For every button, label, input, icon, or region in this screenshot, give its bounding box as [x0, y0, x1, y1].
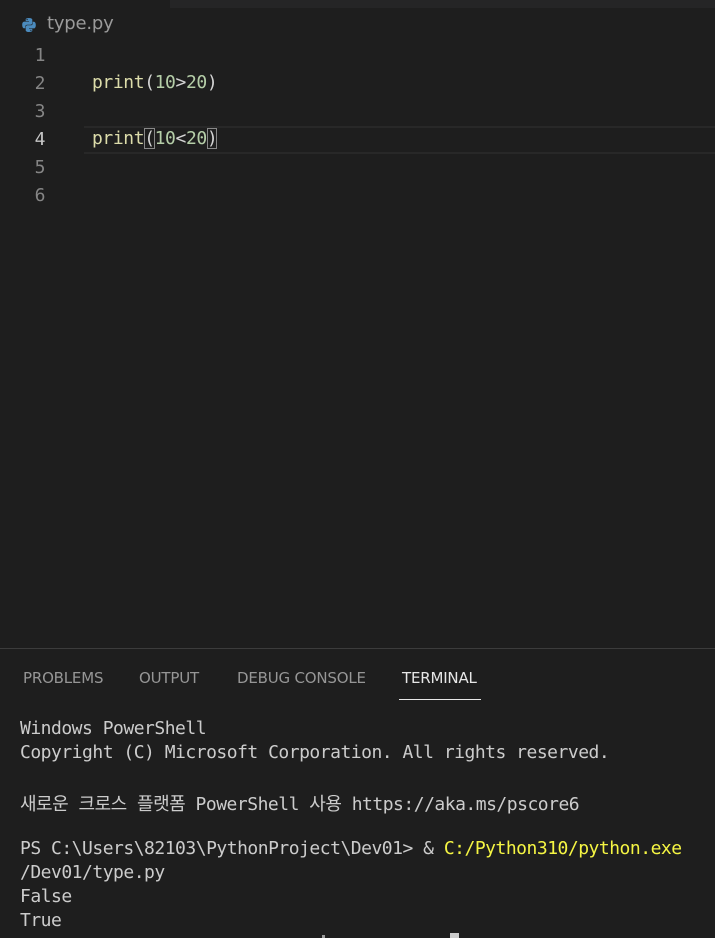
line-number-active: 4	[34, 129, 46, 150]
python-icon	[22, 18, 36, 32]
code-line[interactable]: 1	[0, 42, 715, 70]
line-number: 6	[34, 185, 46, 206]
terminal-command: C:/Python310/python.exe	[443, 838, 682, 859]
line-number: 2	[34, 73, 46, 94]
function-token: print	[92, 128, 145, 149]
tab-strip-empty-area	[170, 0, 715, 8]
number-token: 10	[154, 72, 176, 93]
matched-paren-token: )	[206, 128, 218, 149]
number-token: 10	[154, 128, 176, 149]
number-token: 20	[185, 128, 207, 149]
paren-token: (	[144, 72, 155, 93]
bottom-panel: PROBLEMS OUTPUT DEBUG CONSOLE TERMINAL W…	[0, 648, 715, 938]
operator-token: <	[175, 128, 187, 149]
tab-problems[interactable]: PROBLEMS	[23, 669, 103, 687]
paren-token: )	[206, 72, 218, 93]
tab-terminal[interactable]: TERMINAL	[402, 669, 477, 687]
tab-debug-console[interactable]: DEBUG CONSOLE	[237, 669, 366, 687]
editor-tab-strip: type.py	[0, 0, 715, 40]
code-line[interactable]: 2 print(10>20)	[0, 70, 715, 98]
terminal-line: /Dev01/type.py	[20, 862, 165, 883]
matched-paren-token: (	[144, 128, 155, 149]
code-text: print(10<20)	[92, 128, 218, 149]
code-line-current[interactable]: 4 print(10<20)	[0, 126, 715, 154]
terminal-prompt-line: PS C:\Users\82103\PythonProject\Dev01> &…	[20, 838, 682, 859]
line-number: 1	[34, 45, 46, 66]
active-tab-indicator	[399, 699, 481, 700]
code-editor[interactable]: 1 2 print(10>20) 3 4 print(10<20) 5 6	[0, 40, 715, 648]
terminal-output-line: True	[20, 910, 62, 931]
terminal-line: Windows PowerShell	[20, 718, 207, 739]
terminal-output-line: False	[20, 886, 72, 907]
code-line[interactable]: 3	[0, 98, 715, 126]
terminal-cursor[interactable]	[450, 933, 459, 938]
file-tab-type-py[interactable]: type.py	[0, 0, 170, 40]
function-token: print	[92, 72, 145, 93]
file-tab-label: type.py	[47, 13, 114, 34]
terminal-line: Copyright (C) Microsoft Corporation. All…	[20, 742, 610, 763]
tab-output[interactable]: OUTPUT	[139, 669, 199, 687]
line-number: 5	[34, 157, 46, 178]
line-number: 3	[34, 101, 46, 122]
terminal-prompt: PS C:\Users\82103\PythonProject\Dev01> &	[20, 838, 444, 859]
code-line[interactable]: 5	[0, 154, 715, 182]
number-token: 20	[185, 72, 207, 93]
code-text: print(10>20)	[92, 72, 218, 93]
terminal-line: 새로운 크로스 플랫폼 PowerShell 사용 https://aka.ms…	[20, 794, 580, 815]
operator-token: >	[175, 72, 187, 93]
code-line[interactable]: 6	[0, 182, 715, 210]
